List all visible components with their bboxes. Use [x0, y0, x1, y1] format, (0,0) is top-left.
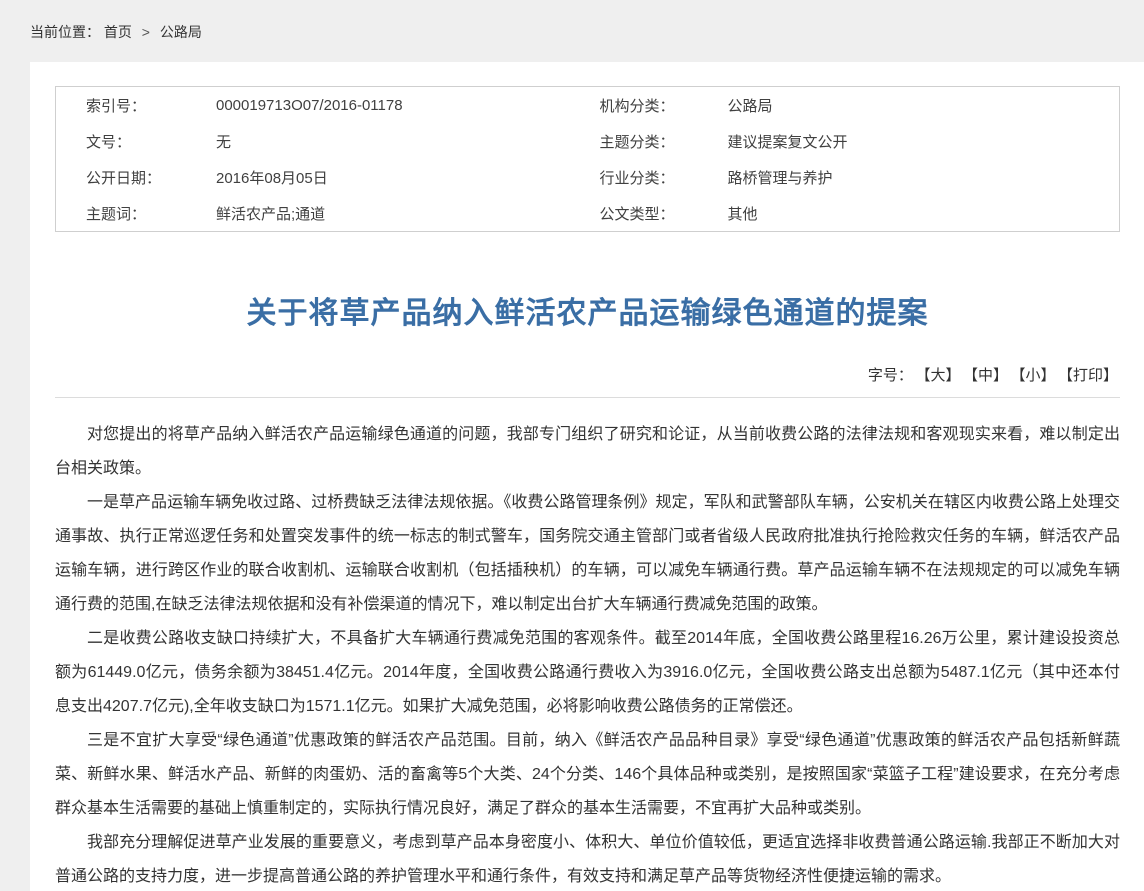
fontsize-medium-button[interactable]: 【中】: [970, 367, 1008, 384]
article-paragraph: 一是草产品运输车辆免收过路、过桥费缺乏法律法规依据。《收费公路管理条例》规定，军…: [55, 486, 1120, 622]
meta-label: 机构分类：: [588, 95, 728, 116]
meta-row: 文号： 无 主题分类： 建议提案复文公开: [56, 123, 1119, 159]
meta-label: 索引号：: [56, 95, 216, 116]
meta-label: 主题词：: [56, 203, 216, 224]
article-paragraph: 二是收费公路收支缺口持续扩大，不具备扩大车辆通行费减免范围的客观条件。截至201…: [55, 622, 1120, 724]
meta-value: 其他: [728, 203, 758, 224]
meta-row: 主题词： 鲜活农产品;通道 公文类型： 其他: [56, 195, 1119, 231]
meta-value: 000019713O07/2016-01178: [216, 97, 403, 114]
meta-label: 公文类型：: [588, 203, 728, 224]
meta-cell-topic-category: 主题分类： 建议提案复文公开: [588, 131, 1120, 152]
article-paragraph: 三是不宜扩大享受“绿色通道”优惠政策的鲜活农产品范围。目前，纳入《鲜活农产品品种…: [55, 724, 1120, 826]
meta-value: 2016年08月05日: [216, 167, 328, 188]
meta-cell-doc-number: 文号： 无: [56, 131, 588, 152]
fontsize-toolbar: 字号： 【大】【中】【小】【打印】: [55, 364, 1120, 385]
print-button[interactable]: 【打印】: [1065, 367, 1118, 384]
meta-cell-org-category: 机构分类： 公路局: [588, 95, 1120, 116]
fontsize-large-button[interactable]: 【大】: [923, 367, 961, 384]
meta-label: 主题分类：: [588, 131, 728, 152]
divider-top: [55, 397, 1120, 398]
meta-label: 行业分类：: [588, 167, 728, 188]
article-body: 对您提出的将草产品纳入鲜活农产品运输绿色通道的问题，我部专门组织了研究和论证，从…: [55, 418, 1120, 891]
fontsize-small-button[interactable]: 【小】: [1018, 367, 1056, 384]
meta-value: 建议提案复文公开: [728, 131, 848, 152]
meta-value: 鲜活农产品;通道: [216, 203, 325, 224]
meta-cell-publish-date: 公开日期： 2016年08月05日: [56, 167, 588, 188]
meta-value: 公路局: [728, 95, 773, 116]
meta-cell-doc-type: 公文类型： 其他: [588, 203, 1120, 224]
breadcrumb-link-home[interactable]: 首页: [104, 24, 132, 40]
meta-value: 无: [216, 131, 231, 152]
content-card: 索引号： 000019713O07/2016-01178 机构分类： 公路局 文…: [30, 62, 1144, 891]
article-paragraph: 我部充分理解促进草产业发展的重要意义，考虑到草产品本身密度小、体积大、单位价值较…: [55, 826, 1120, 891]
breadcrumb: 当前位置： 首页 > 公路局: [0, 0, 1144, 62]
fontsize-label: 字号：: [868, 367, 913, 384]
meta-row: 索引号： 000019713O07/2016-01178 机构分类： 公路局: [56, 87, 1119, 123]
page-title: 关于将草产品纳入鲜活农产品运输绿色通道的提案: [55, 288, 1120, 332]
meta-label: 公开日期：: [56, 167, 216, 188]
meta-row: 公开日期： 2016年08月05日 行业分类： 路桥管理与养护: [56, 159, 1119, 195]
meta-cell-industry-category: 行业分类： 路桥管理与养护: [588, 167, 1120, 188]
meta-label: 文号：: [56, 131, 216, 152]
meta-cell-index-number: 索引号： 000019713O07/2016-01178: [56, 95, 588, 116]
meta-cell-keywords: 主题词： 鲜活农产品;通道: [56, 203, 588, 224]
breadcrumb-label: 当前位置：: [30, 24, 100, 40]
breadcrumb-separator: >: [142, 24, 150, 40]
document-meta-table: 索引号： 000019713O07/2016-01178 机构分类： 公路局 文…: [55, 86, 1120, 232]
article-paragraph: 对您提出的将草产品纳入鲜活农产品运输绿色通道的问题，我部专门组织了研究和论证，从…: [55, 418, 1120, 486]
meta-value: 路桥管理与养护: [728, 167, 833, 188]
breadcrumb-link-current[interactable]: 公路局: [160, 24, 202, 40]
